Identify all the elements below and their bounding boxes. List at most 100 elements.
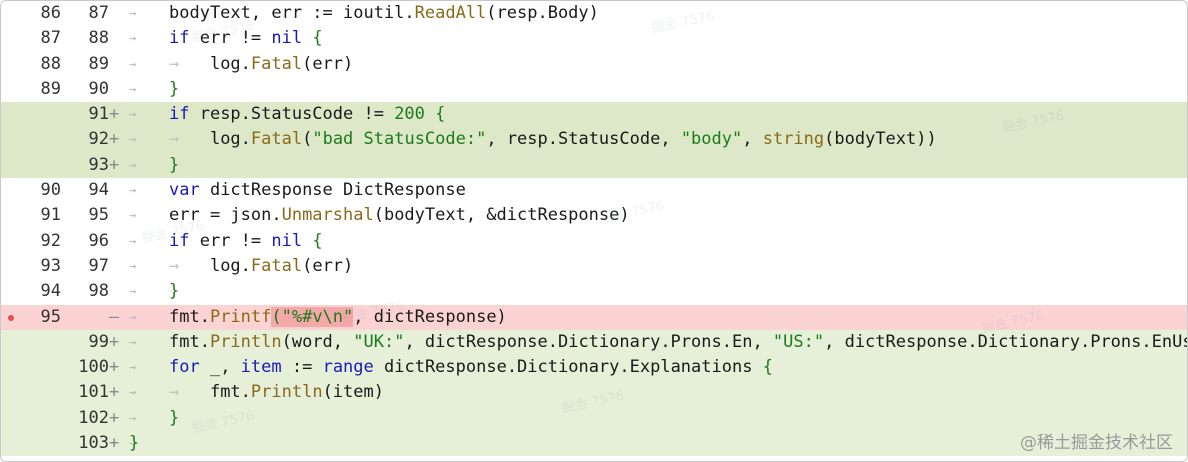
tab-arrow-icon: → (129, 31, 137, 46)
code-token: err != (189, 28, 272, 49)
code-token: item (240, 357, 282, 378)
code-token: , dictResponse.Dictionary.Prons.EnUs) (824, 331, 1188, 352)
diff-line[interactable]: 93 97 → → log.Fatal(err) (1, 254, 1187, 279)
new-line-number: 102 (78, 407, 109, 428)
code-text: → log.Fatal(err) (169, 52, 353, 77)
diff-line[interactable]: 100 + → for _, item := range dictResponse.D… (1, 355, 1187, 381)
code-token: nil (271, 28, 303, 49)
code-token: dictResponse.Dictionary.Explanations (373, 357, 763, 378)
code-token: , (742, 129, 763, 150)
new-line-number: 97 (88, 255, 109, 276)
diff-line[interactable]: 86 87 → bodyText, err := ioutil.ReadAll(res… (1, 1, 1187, 26)
code-token: Println (250, 382, 323, 403)
old-line-number: 88 (40, 53, 61, 74)
code-token: _, (199, 357, 241, 378)
new-line-number: 91 (88, 104, 109, 125)
old-line-number: 87 (40, 28, 61, 49)
code-token: if (169, 230, 190, 251)
diff-marker: + (109, 129, 120, 150)
new-line-number: 99 (88, 331, 109, 352)
code-text: → fmt.Println(item) (169, 380, 384, 405)
code-token: range (322, 357, 374, 378)
diff-line[interactable]: 91 + → if resp.StatusCode != 200 { (1, 102, 1187, 128)
code-token: fmt. (209, 382, 251, 403)
diff-marker: + (109, 357, 120, 378)
code-token: fmt. (169, 331, 210, 352)
code-text: fmt.Println(word, "UK:", dictResponse.Di… (169, 330, 1188, 355)
tab-arrow-icon: → (129, 410, 137, 425)
diff-marker: + (109, 331, 120, 352)
diff-line[interactable]: 89 90 →} (1, 77, 1187, 102)
code-token: Printf (209, 306, 272, 327)
new-line-number: 87 (88, 3, 109, 23)
old-line-number: 94 (40, 281, 61, 302)
breakpoint-icon[interactable] (8, 314, 14, 321)
old-line-number: 95 (40, 306, 61, 327)
code-token: var (169, 180, 200, 201)
diff-line[interactable]: 103 + →} (1, 431, 1187, 457)
code-token: , resp.StatusCode, (486, 129, 681, 150)
code-text: } (169, 406, 179, 431)
tab-arrow-icon: → (129, 56, 137, 71)
code-text: fmt.Printf("%#v\n", dictResponse) (169, 305, 507, 330)
tab-arrow-icon: → (129, 6, 137, 20)
code-token: (bodyText, &dictResponse) (373, 205, 630, 226)
diff-line[interactable]: 99 + → fmt.Println(word, "UK:", dictRespons… (1, 329, 1188, 356)
code-token: { (302, 230, 323, 251)
code-token: string (762, 129, 825, 150)
code-token: } (169, 281, 180, 302)
new-line-number: 98 (88, 281, 109, 302)
code-token: (bodyText)) (824, 129, 937, 150)
diff-line[interactable]: 92 + → → log.Fatal("bad StatusCode:", resp.… (1, 127, 1187, 153)
new-line-number: 96 (88, 230, 109, 251)
tab-arrow-icon: → (129, 107, 137, 122)
diff-line[interactable]: 87 88 → if err != nil { (1, 26, 1187, 51)
diff-marker: + (109, 382, 120, 403)
code-token: for (169, 357, 200, 378)
old-line-number: 91 (40, 205, 61, 226)
tab-arrow-icon: → (129, 81, 137, 96)
code-area: 86 87 → bodyText, err := ioutil.ReadAll(res… (1, 1, 1188, 457)
code-text: → log.Fatal("bad StatusCode:", resp.Stat… (169, 127, 937, 152)
code-token: nil (271, 230, 303, 251)
code-text: → log.Fatal(err) (169, 254, 353, 279)
diff-marker: + (109, 104, 120, 125)
old-line-number: 92 (40, 230, 61, 251)
tab-arrow-icon: → (129, 157, 137, 172)
diff-viewer: 86 87 → bodyText, err := ioutil.ReadAll(res… (0, 0, 1188, 462)
diff-line[interactable]: 94 98 →} (1, 279, 1187, 304)
code-token: dictResponse DictResponse (199, 180, 466, 201)
diff-line[interactable]: 101 + → → fmt.Println(item) (1, 380, 1187, 406)
diff-line[interactable]: 102 + →} (1, 405, 1187, 432)
diff-line[interactable]: 95 — → fmt.Printf("%#v\n", dictResponse) (1, 304, 1187, 330)
code-token: 200 (394, 104, 425, 125)
code-token: "bad StatusCode:" (312, 129, 487, 150)
diff-line[interactable]: 92 96 → if err != nil { (1, 229, 1187, 254)
code-token: "UK:" (353, 331, 405, 352)
code-token: , dictResponse) (353, 306, 507, 327)
code-token: "US:" (772, 331, 825, 352)
tab-arrow-icon: → (129, 132, 137, 147)
diff-line[interactable]: 93 + →} (1, 152, 1187, 179)
code-token: err != (189, 230, 272, 251)
code-token: } (169, 154, 180, 175)
code-token: ("%#v\n" (271, 306, 354, 327)
tab-arrow-icon: → (129, 334, 137, 349)
code-token: err = json. (169, 205, 282, 226)
code-token: fmt. (169, 306, 210, 327)
code-token: (item) (322, 382, 384, 403)
diff-line[interactable]: 88 89 → → log.Fatal(err) (1, 52, 1187, 77)
new-line-number: 88 (88, 28, 109, 49)
code-token: Fatal (250, 129, 303, 150)
code-token: if (169, 28, 190, 49)
diff-marker: + (109, 407, 120, 428)
site-watermark: @稀土掘金技术社区 (1020, 433, 1173, 453)
new-line-number: 89 (88, 53, 109, 74)
code-token: { (302, 28, 323, 49)
new-line-number: 90 (88, 78, 109, 99)
new-line-number: 101 (78, 382, 109, 403)
diff-line[interactable]: 91 95 → err = json.Unmarshal(bodyText, &dic… (1, 203, 1187, 228)
old-line-number: 93 (40, 255, 61, 276)
diff-line[interactable]: 90 94 → var dictResponse DictResponse (1, 178, 1187, 203)
code-text: bodyText, err := ioutil.ReadAll(resp.Bod… (169, 1, 599, 26)
